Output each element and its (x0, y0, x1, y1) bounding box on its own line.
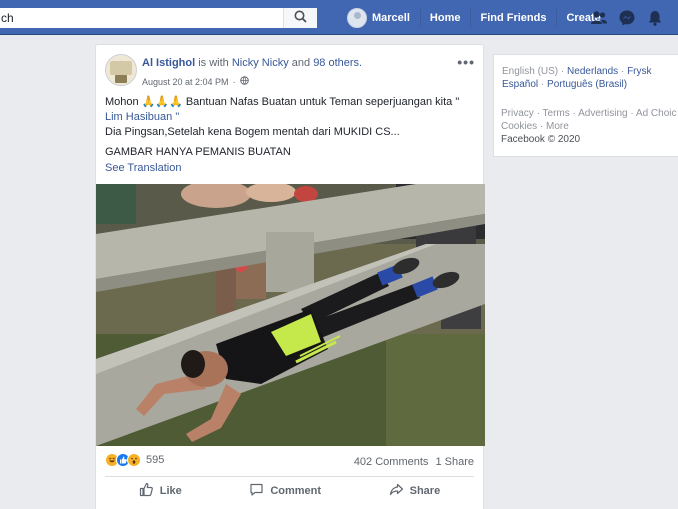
thumbs-up-icon (139, 482, 154, 500)
search-input[interactable] (0, 8, 280, 28)
author-avatar[interactable] (105, 54, 137, 86)
notifications-icon[interactable] (646, 9, 664, 27)
search-button[interactable] (283, 8, 317, 28)
messenger-icon[interactable] (618, 9, 636, 27)
separator-dot: · (232, 76, 236, 87)
is-with-text: is with (198, 57, 229, 69)
reactions-summary[interactable]: 595 (105, 453, 164, 467)
mention-link[interactable]: Lim Hasibuan " (105, 110, 475, 125)
nav-home[interactable]: Home (430, 12, 461, 24)
post-header: Al Istighol is with Nicky Nicky and 98 o… (142, 57, 362, 69)
nav-find-friends[interactable]: Find Friends (480, 12, 546, 24)
friend-requests-icon[interactable] (590, 9, 608, 27)
nav-divider (556, 9, 558, 27)
comment-icon (249, 482, 264, 500)
and-text: and (291, 57, 311, 69)
nav-divider (419, 9, 421, 27)
nav-profile[interactable]: Marcell (372, 12, 410, 24)
post-text-line: Dia Pingsan,Setelah kena Bogem mentah da… (105, 126, 400, 138)
language-list: English (US) · Nederlands · Frysk Españo… (502, 66, 652, 90)
see-translation-link[interactable]: See Translation (105, 162, 181, 174)
footer-advertising-link[interactable]: Advertising (578, 108, 627, 119)
post-body: Mohon 🙏🙏🙏 Bantuan Nafas Buatan untuk Tem… (105, 95, 475, 160)
author-name[interactable]: Al Istighol (142, 57, 195, 69)
language-link-espanol[interactable]: Español (502, 79, 538, 90)
top-nav: Marcell Home Find Friends Create (347, 7, 620, 29)
card-divider (105, 476, 474, 477)
wow-reaction-icon (127, 453, 141, 467)
nav-icons (590, 9, 664, 27)
post-text-line: GAMBAR HANYA PEMANIS BUATAN (105, 146, 291, 158)
post-meta: August 20 at 2:04 PM · (142, 76, 249, 87)
post-timestamp[interactable]: August 20 at 2:04 PM (142, 77, 229, 87)
photo-illustration (96, 184, 485, 446)
language-link-frysk[interactable]: Frysk (627, 66, 651, 77)
current-language: English (US) (502, 66, 559, 77)
comment-button[interactable]: Comment (249, 482, 321, 500)
post-actions: Like Comment Share (105, 482, 474, 500)
share-icon (389, 482, 404, 500)
search-icon (294, 10, 307, 26)
language-link-nederlands[interactable]: Nederlands (567, 66, 618, 77)
footer-more-link[interactable]: More (546, 121, 569, 132)
search-box (0, 8, 317, 28)
tagged-user-link[interactable]: Nicky Nicky (232, 57, 289, 69)
post-options-icon[interactable]: ••• (457, 54, 475, 70)
others-link[interactable]: 98 others. (313, 57, 362, 69)
comment-label: Comment (270, 485, 322, 497)
comments-count-link[interactable]: 402 Comments (354, 456, 429, 468)
engagement-counts: 402 Comments 1 Share (354, 456, 474, 468)
shares-count-link[interactable]: 1 Share (435, 456, 474, 468)
share-label: Share (409, 485, 441, 497)
language-link-portugues[interactable]: Português (Brasil) (547, 79, 627, 90)
nav-divider (470, 9, 472, 27)
like-label: Like (159, 485, 182, 497)
footer-ad-choices-link[interactable]: Ad Choic (636, 108, 677, 119)
share-button[interactable]: Share (389, 482, 441, 500)
footer-cookies-link[interactable]: Cookies (501, 121, 537, 132)
top-navigation-bar: Marcell Home Find Friends Create (0, 0, 678, 35)
post-card: Al Istighol is with Nicky Nicky and 98 o… (95, 44, 485, 509)
footer-terms-link[interactable]: Terms (543, 108, 570, 119)
user-avatar[interactable] (347, 8, 367, 28)
post-text-line: Mohon 🙏🙏🙏 Bantuan Nafas Buatan untuk Tem… (105, 96, 460, 108)
like-button[interactable]: Like (139, 482, 182, 500)
copyright-text: Facebook © 2020 (501, 134, 581, 145)
footer-privacy-link[interactable]: Privacy (501, 108, 534, 119)
footer-links: Privacy · Terms · Advertising · Ad Choic… (501, 108, 677, 145)
reaction-count: 595 (146, 454, 165, 466)
post-photo[interactable] (96, 184, 485, 446)
globe-icon[interactable] (239, 76, 249, 87)
